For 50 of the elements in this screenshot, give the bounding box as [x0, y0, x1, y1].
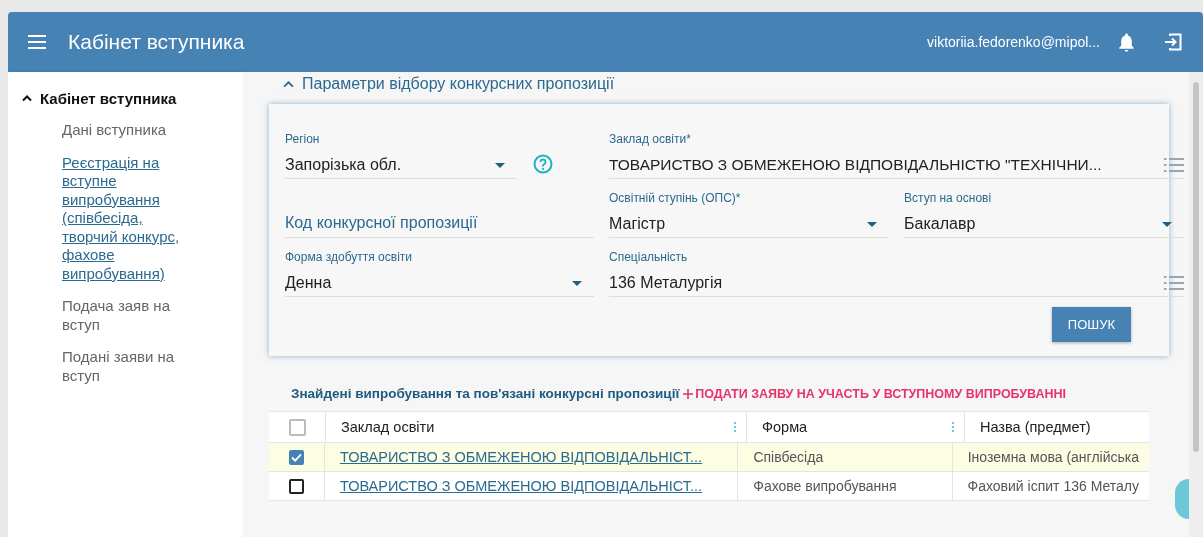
app-title: Кабінет вступника	[68, 30, 245, 54]
input-field[interactable]: Код конкурсної пропозиції	[285, 209, 594, 238]
select-field[interactable]: Запорізька обл.	[285, 152, 517, 179]
table-cell: Іноземна мова (англійська	[967, 449, 1139, 465]
select-field[interactable]: Денна	[285, 270, 594, 297]
floating-button[interactable]	[1175, 479, 1189, 519]
sidebar-link[interactable]: Подані заяви на вступ	[62, 348, 202, 385]
apply-button[interactable]: ПОДАТИ ЗАЯВУ НА УЧАСТЬ У ВСТУПНОМУ ВИПРОБУВАННІ	[683, 386, 1066, 401]
sidebar-title[interactable]: Кабінет вступника	[40, 90, 177, 107]
table-cell: Фаховий іспит 136 Металу	[967, 478, 1139, 494]
results-title: Знайдені випробування та пов'язані конкурсні пропозиції	[291, 386, 680, 401]
list-icon[interactable]	[1164, 157, 1184, 173]
list-icon[interactable]	[1164, 275, 1184, 291]
field-label: Освітній ступінь (ОПС)*	[609, 191, 742, 205]
field-label: Форма здобуття освіти	[285, 250, 413, 264]
scrollbar[interactable]	[1189, 72, 1203, 537]
checkbox[interactable]	[288, 418, 306, 436]
select-field[interactable]: Магістр	[609, 211, 889, 238]
sidebar-link[interactable]: Реєстрація на вступне випробування (співбесіда, творчий конкурс, фахове випробування)	[62, 153, 202, 283]
checkbox[interactable]	[288, 449, 304, 465]
user-email[interactable]: viktoriia.fedorenko@mipol...	[927, 34, 1100, 50]
caret-icon	[1162, 221, 1172, 227]
input-field[interactable]: ТОВАРИСТВО З ОБМЕЖЕНОЮ ВІДПОВІДАЛЬНІСТЮ "ТЕХНІЧНИ...	[609, 152, 1184, 179]
menu-icon[interactable]	[28, 35, 46, 49]
caret-icon	[572, 280, 582, 286]
caret-icon	[867, 221, 877, 227]
caret-icon	[495, 162, 505, 168]
table-cell: Співбесіда	[753, 449, 824, 465]
field-label: Регіон	[285, 132, 321, 146]
table-link[interactable]: ТОВАРИСТВО З ОБМЕЖЕНОЮ ВІДПОВІДАЛЬНІСТ...	[339, 478, 703, 494]
checkbox[interactable]	[288, 478, 304, 494]
sidebar-link[interactable]: Подача заяв на вступ	[62, 297, 202, 334]
field-label: Спеціальність	[609, 250, 689, 264]
table-cell: Фахове випробування	[753, 478, 897, 494]
input-field[interactable]: 136 Металургія	[609, 270, 1184, 297]
chevron-icon[interactable]	[22, 95, 32, 102]
plus-icon	[683, 388, 694, 399]
help-icon[interactable]	[533, 153, 553, 174]
column-header[interactable]: Форма	[762, 419, 952, 435]
bell-icon[interactable]	[1118, 32, 1135, 52]
sidebar-link[interactable]: Дані вступника	[62, 121, 202, 140]
search-button[interactable]: ПОШУК	[1051, 307, 1131, 342]
field-label: Заклад освіти*	[609, 132, 692, 146]
section-title[interactable]: Параметри відбору конкурсних пропозиції	[302, 75, 615, 93]
field-label: Вступ на основі	[904, 191, 993, 205]
column-header[interactable]: Заклад освіти	[341, 419, 734, 435]
select-field[interactable]: Бакалавр	[904, 211, 1184, 238]
logout-icon[interactable]	[1163, 32, 1183, 52]
column-header[interactable]: Назва (предмет)	[980, 419, 1139, 435]
table-link[interactable]: ТОВАРИСТВО З ОБМЕЖЕНОЮ ВІДПОВІДАЛЬНІСТ...	[339, 449, 703, 465]
